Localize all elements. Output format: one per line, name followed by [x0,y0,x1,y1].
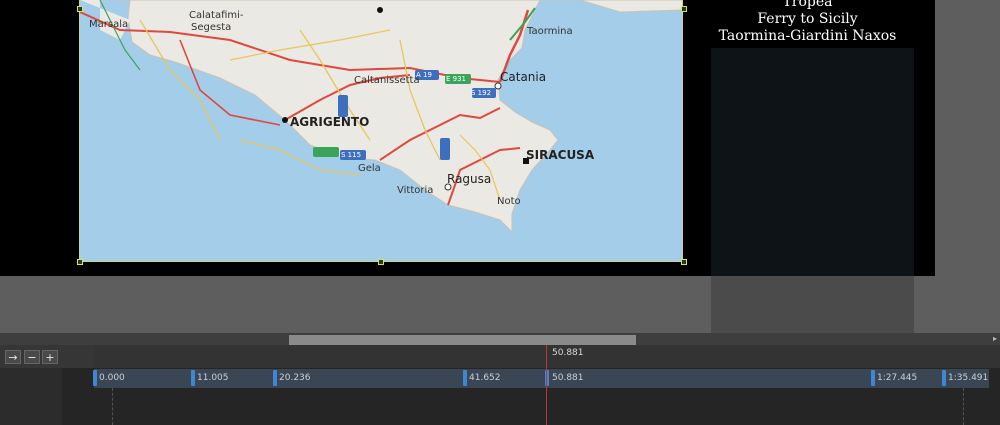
road-shield-e931: E 931 [446,75,467,83]
map-label-segesta: Segesta [191,22,232,33]
playhead-time-label: 50.881 [552,348,584,358]
text-overlay[interactable]: Tropea Ferry to Sicily Taormina-Giardini… [705,0,910,48]
map-label-caltanissetta: Caltanissetta [354,75,420,86]
time-ruler[interactable] [94,345,1000,368]
marker-label: 11.005 [197,373,229,383]
timeline-marker[interactable] [191,370,195,386]
map-label-catania: Catania [500,70,547,84]
gridline [112,388,113,425]
resize-handle-left-top[interactable] [77,6,83,12]
road-shield-s192: S 192 [471,89,492,97]
road-shield-a19: A 19 [416,71,432,79]
resize-handle-bottom-left[interactable] [77,259,83,265]
zoom-in-button[interactable]: + [42,350,58,364]
map-label-taormina: Taormina [527,26,573,37]
marker-label: 1:27.445 [877,373,918,383]
preview-margin [935,0,1000,276]
map-label-marsala: Marsala [89,19,129,30]
resize-handle-bottom-right[interactable] [681,259,687,265]
marker-label: 20.236 [279,373,311,383]
resize-handle-right-top[interactable] [681,6,687,12]
overlay-panel [711,48,914,276]
map-label-noto: Noto [497,196,521,207]
map-label-agrigento: AGRIGENTO [290,115,370,129]
scroll-right-arrow-icon[interactable]: ▸ [990,333,1000,345]
playhead[interactable] [546,345,547,425]
resize-handle-bottom-center[interactable] [378,259,384,265]
map-clip-frame[interactable] [79,0,683,262]
track-gutter [62,368,94,425]
map-label-siracusa: SIRACUSA [526,148,595,162]
marker-label: 50.881 [552,373,584,383]
snap-arrow-button[interactable]: → [5,350,21,364]
timeline-marker[interactable] [871,370,875,386]
scrollbar-thumb[interactable] [289,335,636,345]
map-label-gela: Gela [358,163,381,174]
zoom-out-button[interactable]: − [24,350,40,364]
overlay-line-ferry: Ferry to Sicily [757,11,858,27]
track-header [0,368,62,425]
timeline-marker[interactable] [942,370,946,386]
overlay-panel-extension [711,276,914,334]
gridline [963,388,964,425]
timeline-marker[interactable] [273,370,277,386]
marker-label: 0.000 [99,373,125,383]
timeline-marker[interactable] [463,370,467,386]
timeline-marker[interactable] [93,370,97,386]
sicily-map [80,0,682,261]
marker-label: 1:35.491 [948,373,989,383]
overlay-line-tropea: Tropea [782,0,833,10]
road-shield-s115: S 115 [341,151,362,159]
map-label-vittoria: Vittoria [397,185,434,196]
marker-label: 41.652 [469,373,501,383]
map-label-calatafimi: Calatafimi- [189,10,244,21]
overlay-line-taormina: Taormina-Giardini Naxos [718,28,897,44]
map-label-ragusa: Ragusa [447,172,492,186]
